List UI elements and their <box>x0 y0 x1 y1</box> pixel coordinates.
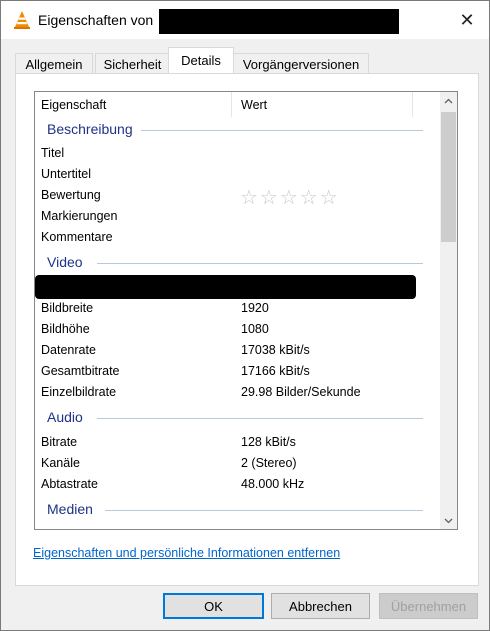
row-value-bildbreite: 1920 <box>241 301 269 315</box>
properties-dialog: Eigenschaften von ✕ Allgemein Sicherheit… <box>0 0 490 631</box>
rating-stars[interactable]: ☆☆☆☆☆ <box>240 185 340 210</box>
group-divider <box>141 130 423 131</box>
remove-properties-link[interactable]: Eigenschaften und persönliche Informatio… <box>33 546 340 560</box>
group-divider <box>105 510 423 511</box>
scroll-up-icon[interactable] <box>440 92 457 109</box>
row-value-bitrate: 128 kBit/s <box>241 435 296 449</box>
redacted-filename <box>159 9 399 34</box>
tab-vorgaengerversionen[interactable]: Vorgängerversionen <box>233 53 369 74</box>
scrollbar-thumb[interactable] <box>441 112 456 242</box>
close-icon: ✕ <box>459 9 475 30</box>
row-value-kanaele: 2 (Stereo) <box>241 456 297 470</box>
tab-details[interactable]: Details <box>168 47 234 73</box>
row-label-titel: Titel <box>41 146 65 160</box>
title-bar[interactable]: Eigenschaften von ✕ <box>1 1 489 39</box>
column-header-value[interactable]: Wert <box>241 98 267 112</box>
row-label-einzelbildrate: Einzelbildrate <box>41 385 117 399</box>
row-label-kanaele: Kanäle <box>41 456 80 470</box>
window-title: Eigenschaften von <box>38 12 154 28</box>
vertical-scrollbar[interactable] <box>440 92 457 529</box>
row-label-bildhoehe: Bildhöhe <box>41 322 90 336</box>
row-value-abtastrate: 48.000 kHz <box>241 477 305 491</box>
row-value-bildhoehe: 1080 <box>241 322 269 336</box>
vlc-cone-icon <box>14 11 30 29</box>
apply-button[interactable]: Übernehmen <box>379 593 478 619</box>
row-label-datenrate: Datenrate <box>41 343 96 357</box>
tab-allgemein[interactable]: Allgemein <box>15 53 93 74</box>
row-label-markierungen: Markierungen <box>41 209 118 223</box>
row-value-gesamtbitrate: 17166 kBit/s <box>241 364 310 378</box>
row-label-bildbreite: Bildbreite <box>41 301 94 315</box>
row-label-bewertung: Bewertung <box>41 188 101 202</box>
close-button[interactable]: ✕ <box>445 1 489 39</box>
row-label-untertitel: Untertitel <box>41 167 92 181</box>
row-label-gesamtbitrate: Gesamtbitrate <box>41 364 120 378</box>
tab-sicherheit[interactable]: Sicherheit <box>95 53 170 74</box>
column-header-property[interactable]: Eigenschaft <box>41 98 106 112</box>
cancel-button[interactable]: Abbrechen <box>271 593 370 619</box>
row-label-kommentare: Kommentare <box>41 230 113 244</box>
row-label-bitrate: Bitrate <box>41 435 78 449</box>
group-heading-audio: Audio <box>47 409 83 425</box>
column-header: Eigenschaft Wert <box>35 92 439 119</box>
group-divider <box>97 263 423 264</box>
group-divider <box>97 418 423 419</box>
row-value-datenrate: 17038 kBit/s <box>241 343 310 357</box>
details-panel: Eigenschaft Wert Beschreibung Titel Unte… <box>15 73 479 586</box>
group-heading-medien: Medien <box>47 501 93 517</box>
ok-button[interactable]: OK <box>163 593 264 619</box>
property-list[interactable]: Eigenschaft Wert Beschreibung Titel Unte… <box>34 91 458 530</box>
group-heading-beschreibung: Beschreibung <box>47 121 133 137</box>
column-divider[interactable] <box>412 92 413 117</box>
column-divider[interactable] <box>231 92 232 117</box>
redacted-row <box>35 275 416 299</box>
row-value-einzelbildrate: 29.98 Bilder/Sekunde <box>241 385 361 399</box>
group-heading-video: Video <box>47 254 83 270</box>
row-label-abtastrate: Abtastrate <box>41 477 98 491</box>
scroll-down-icon[interactable] <box>440 512 457 529</box>
